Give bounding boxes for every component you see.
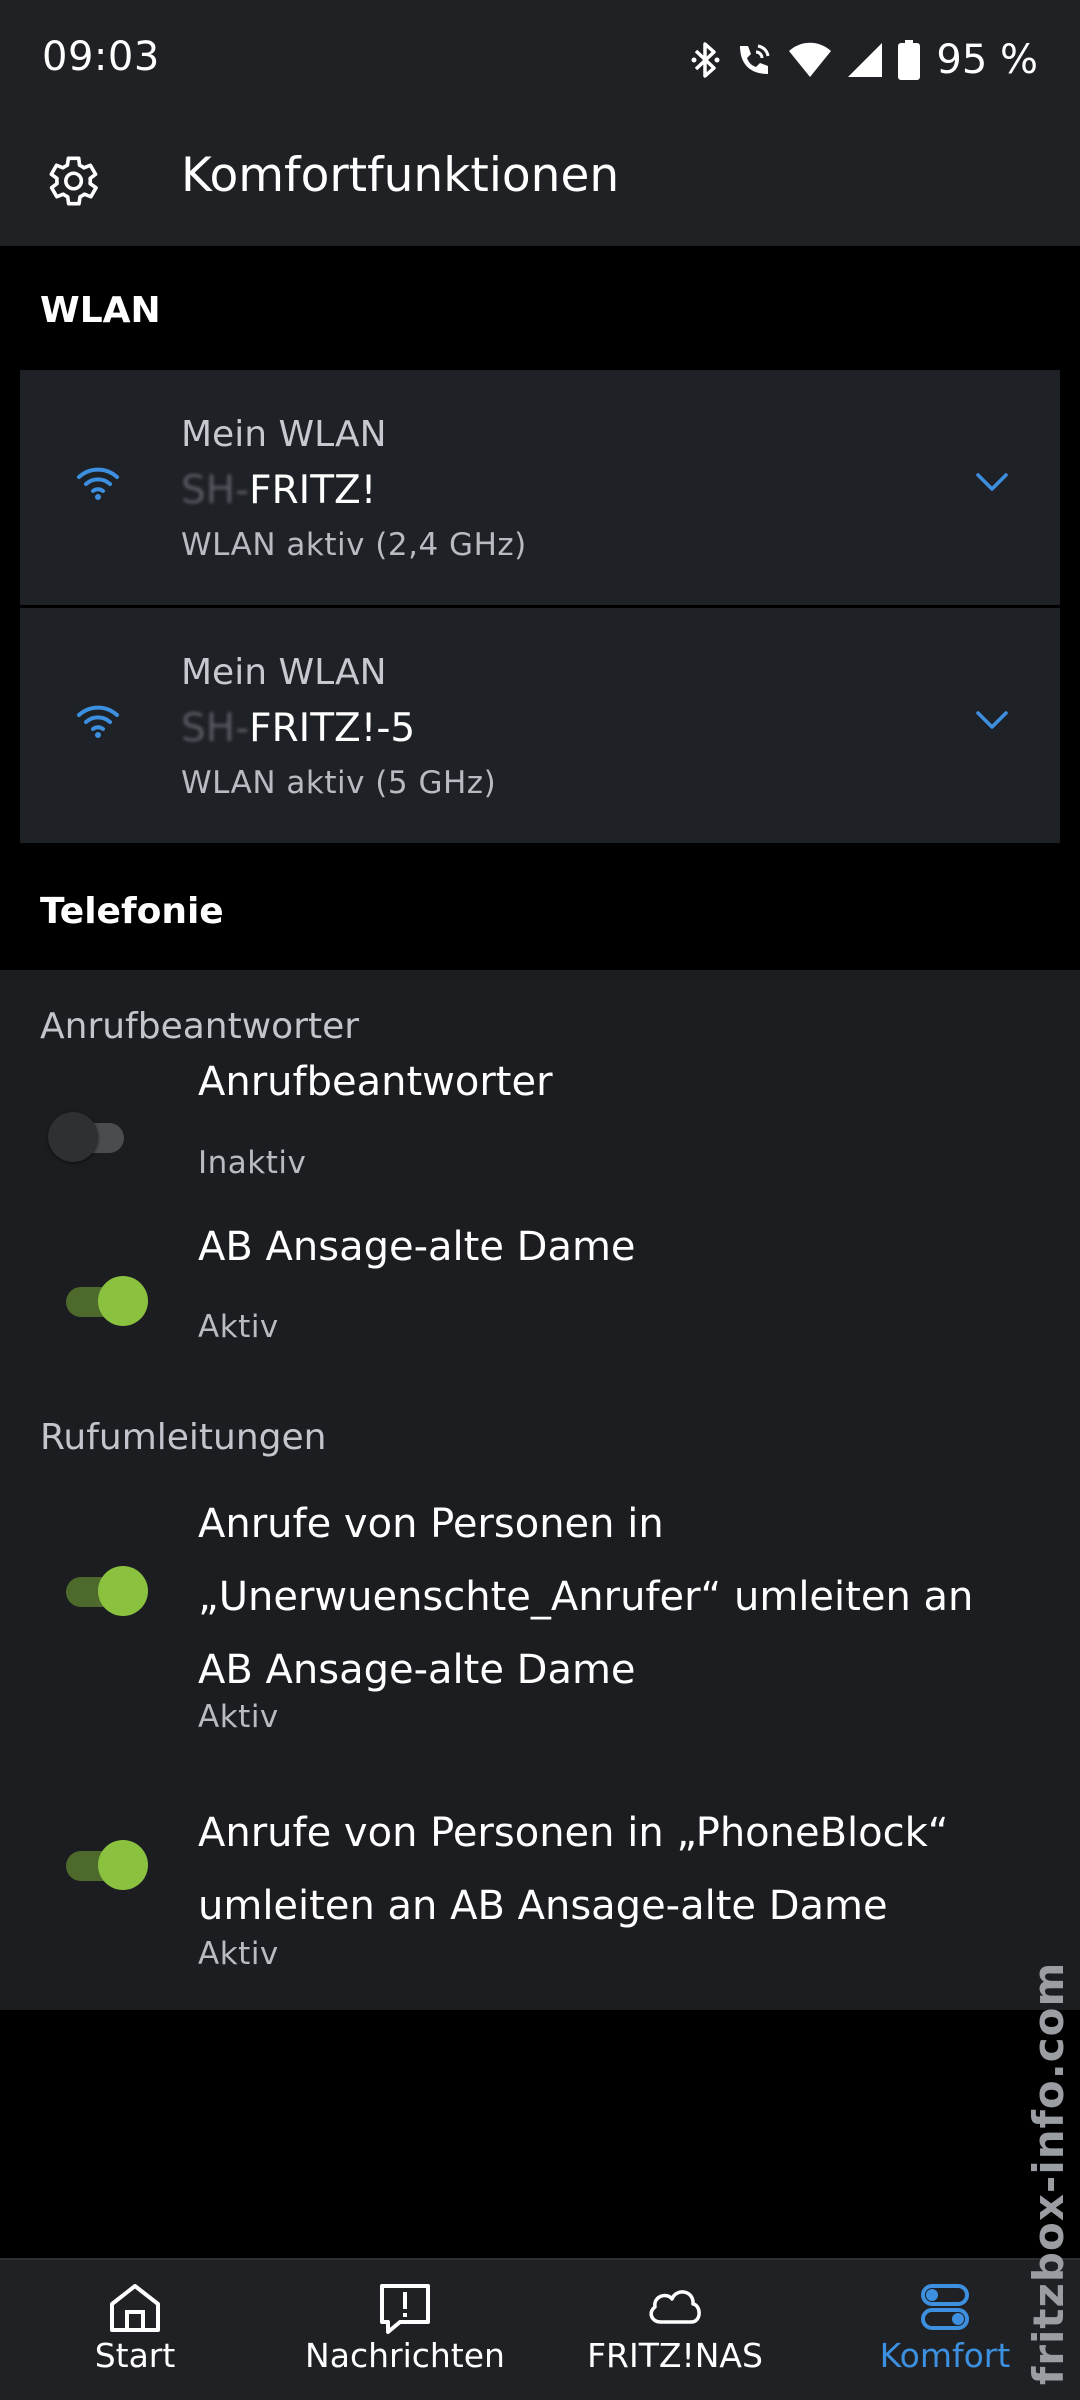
rufumleitungen-subheader: Rufumleitungen xyxy=(40,1417,327,1458)
nav-label: Komfort xyxy=(879,2336,1011,2375)
nav-start[interactable]: Start xyxy=(50,2260,220,2400)
nav-label: FRITZ!NAS xyxy=(587,2336,763,2375)
anrufbeantworter-status: Inaktiv xyxy=(198,1145,307,1181)
rufumleitung-unerwuenscht-status: Aktiv xyxy=(198,1699,279,1735)
wlan-ssid: SH-FRITZ!-5 xyxy=(181,706,415,751)
wlan-status: WLAN aktiv (5 GHz) xyxy=(181,765,497,801)
rufumleitung-unerwuenscht-title: Anrufe von Personen in „Unerwuenschte_An… xyxy=(198,1501,974,1693)
battery-percentage: 95 % xyxy=(936,37,1038,83)
page-title: Komfortfunktionen xyxy=(181,148,620,203)
telefonie-section-title: Telefonie xyxy=(40,891,224,932)
wlan-section-title: WLAN xyxy=(40,290,161,331)
wlan-ssid: SH-FRITZ! xyxy=(181,468,376,513)
message-alert-icon xyxy=(380,2284,430,2334)
anrufbeantworter-title: Anrufbeantworter xyxy=(198,1059,553,1105)
anrufbeantworter-subheader: Anrufbeantworter xyxy=(40,1006,360,1047)
bluetooth-icon xyxy=(691,42,720,78)
toggle-knob xyxy=(98,1276,148,1326)
rufumleitung-phoneblock-status: Aktiv xyxy=(198,1936,279,1972)
wlan-card-5ghz[interactable]: Mein WLAN SH-FRITZ!-5 WLAN aktiv (5 GHz) xyxy=(20,608,1060,843)
chevron-down-icon[interactable] xyxy=(974,470,1010,494)
rufumleitung-phoneblock-toggle[interactable] xyxy=(48,1835,152,1895)
wlan-ssid-name: FRITZ!-5 xyxy=(249,706,416,751)
toggle-knob xyxy=(48,1112,98,1162)
wlan-label: Mein WLAN xyxy=(181,652,387,693)
wifi-icon xyxy=(77,467,119,500)
ab-ansage-toggle[interactable] xyxy=(48,1271,152,1331)
cloud-icon xyxy=(649,2290,701,2324)
wifi-calling-icon xyxy=(740,44,770,74)
home-icon xyxy=(110,2284,160,2332)
bottom-navigation: Start Nachrichten FRITZ!NAS Komfort xyxy=(0,2258,1080,2400)
toggle-knob xyxy=(98,1566,148,1616)
nav-fritznas[interactable]: FRITZ!NAS xyxy=(575,2260,775,2400)
wifi-signal-icon xyxy=(789,42,832,77)
nav-label: Start xyxy=(94,2336,176,2375)
status-bar: 09:03 95 % xyxy=(0,0,1080,124)
rufumleitung-phoneblock-title: Anrufe von Personen in „PhoneBlock“ umle… xyxy=(198,1810,949,1929)
nav-komfort[interactable]: Komfort xyxy=(850,2260,1040,2400)
ab-ansage-title: AB Ansage-alte Dame xyxy=(198,1224,636,1270)
battery-icon xyxy=(898,40,921,80)
toggle-knob xyxy=(98,1840,148,1890)
wlan-status: WLAN aktiv (2,4 GHz) xyxy=(181,527,527,563)
cell-signal-icon xyxy=(848,43,883,77)
wifi-icon xyxy=(77,705,119,738)
wlan-section-header: WLAN xyxy=(0,246,1080,370)
ab-ansage-status: Aktiv xyxy=(198,1309,279,1345)
telefonie-section-header: Telefonie xyxy=(0,845,1080,970)
wlan-label: Mein WLAN xyxy=(181,414,387,455)
status-time: 09:03 xyxy=(42,34,160,80)
wlan-ssid-name: FRITZ! xyxy=(249,468,377,513)
app-bar: Komfortfunktionen xyxy=(0,124,1080,246)
telefonie-panel: Anrufbeantworter Anrufbeantworter Inakti… xyxy=(0,970,1080,2010)
nav-label: Nachrichten xyxy=(305,2336,505,2375)
nav-nachrichten[interactable]: Nachrichten xyxy=(300,2260,510,2400)
toggles-icon xyxy=(921,2284,969,2330)
watermark: fritzbox-info.com xyxy=(1024,1961,1073,2385)
chevron-down-icon[interactable] xyxy=(974,708,1010,732)
anrufbeantworter-toggle[interactable] xyxy=(48,1107,152,1167)
gear-icon[interactable] xyxy=(40,150,102,212)
status-icons: 95 % xyxy=(690,36,1038,84)
wlan-ssid-redacted: SH- xyxy=(181,468,250,513)
wlan-card-24ghz[interactable]: Mein WLAN SH-FRITZ! WLAN aktiv (2,4 GHz) xyxy=(20,370,1060,605)
rufumleitung-unerwuenscht-toggle[interactable] xyxy=(48,1561,152,1621)
wlan-ssid-redacted: SH- xyxy=(181,706,250,751)
